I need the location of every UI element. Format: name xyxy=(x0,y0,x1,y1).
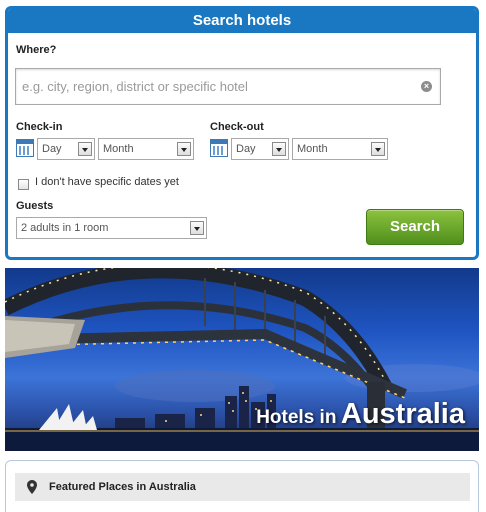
checkin-month-select[interactable]: Month xyxy=(98,138,194,160)
no-dates-label: I don't have specific dates yet xyxy=(35,176,179,188)
map-pin-icon xyxy=(27,480,37,494)
chevron-down-icon xyxy=(371,142,385,156)
checkout-day-select[interactable]: Day xyxy=(231,138,289,160)
search-button[interactable]: Search xyxy=(366,209,464,245)
featured-places-header[interactable]: Featured Places in Australia xyxy=(15,473,470,501)
checkout-label: Check-out xyxy=(210,121,264,133)
guests-label: Guests xyxy=(16,200,54,212)
featured-places-panel: Featured Places in Australia xyxy=(5,460,479,512)
search-hotels-header: Search hotels xyxy=(8,9,476,33)
checkout-month-select[interactable]: Month xyxy=(292,138,388,160)
checkin-calendar-icon[interactable] xyxy=(16,139,34,157)
checkin-day-select[interactable]: Day xyxy=(37,138,95,160)
no-dates-checkbox[interactable] xyxy=(18,179,29,190)
search-hotels-panel: Search hotels Where? e.g. city, region, … xyxy=(5,6,479,260)
checkout-calendar-icon[interactable] xyxy=(210,139,228,157)
guests-select[interactable]: 2 adults in 1 room xyxy=(16,217,207,239)
australia-banner[interactable]: Hotels in Australia xyxy=(5,268,479,451)
where-input[interactable]: e.g. city, region, district or specific … xyxy=(15,68,441,105)
guests-value: 2 adults in 1 room xyxy=(21,222,109,234)
checkout-month-value: Month xyxy=(297,143,328,155)
chevron-down-icon xyxy=(78,142,92,156)
where-placeholder: e.g. city, region, district or specific … xyxy=(22,79,248,94)
chevron-down-icon xyxy=(190,221,204,235)
clear-icon[interactable]: × xyxy=(421,81,432,92)
checkout-day-value: Day xyxy=(236,143,256,155)
banner-title-prefix: Hotels in xyxy=(256,407,337,428)
chevron-down-icon xyxy=(177,142,191,156)
featured-places-title: Featured Places in Australia xyxy=(49,481,196,493)
checkin-month-value: Month xyxy=(103,143,134,155)
checkin-day-value: Day xyxy=(42,143,62,155)
checkin-label: Check-in xyxy=(16,121,63,133)
chevron-down-icon xyxy=(272,142,286,156)
banner-title: Hotels in Australia xyxy=(256,398,465,431)
banner-title-country: Australia xyxy=(340,398,465,430)
where-label: Where? xyxy=(16,44,57,56)
